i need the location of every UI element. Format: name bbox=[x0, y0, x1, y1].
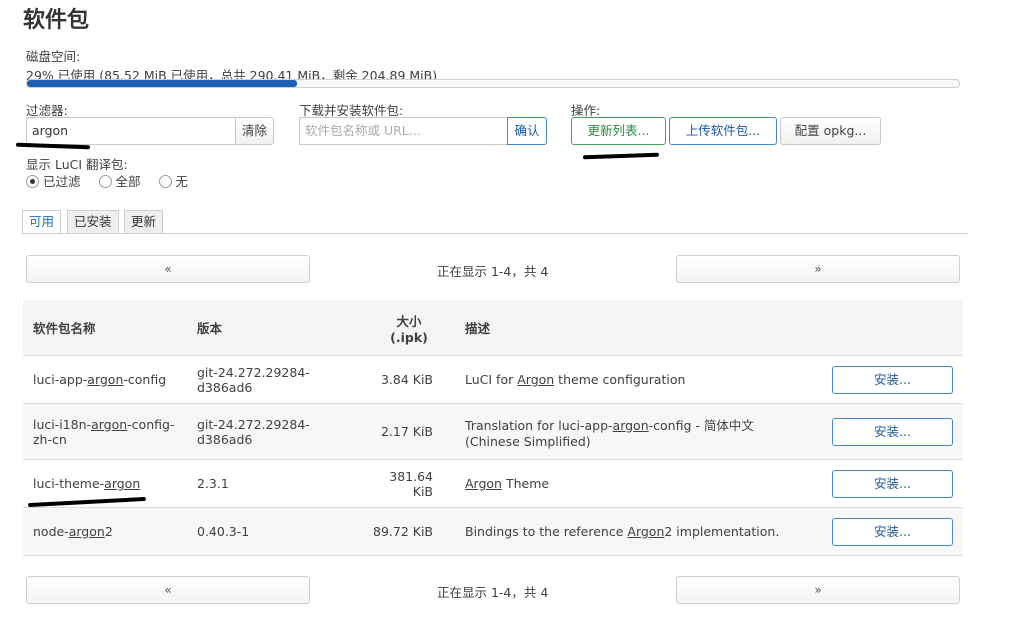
install-button[interactable]: 安装... bbox=[832, 417, 953, 446]
configure-opkg-button[interactable]: 配置 opkg... bbox=[780, 117, 881, 145]
package-size: 2.17 KiB bbox=[363, 403, 455, 460]
col-header-name: 软件包名称 bbox=[23, 300, 187, 356]
package-name: node-argon2 bbox=[23, 507, 187, 556]
pager-prev-top[interactable]: « bbox=[26, 255, 310, 283]
package-description: Argon Theme bbox=[455, 459, 822, 508]
package-size: 3.84 KiB bbox=[363, 355, 455, 404]
tab-available[interactable]: 可用 bbox=[22, 210, 62, 235]
confirm-install-button[interactable]: 确认 bbox=[507, 117, 547, 145]
filter-input[interactable]: argon bbox=[26, 117, 236, 145]
update-lists-button[interactable]: 更新列表... bbox=[571, 117, 666, 145]
pager-status-bottom: 正在显示 1-4，共 4 bbox=[437, 585, 549, 600]
install-button[interactable]: 安装... bbox=[832, 365, 953, 394]
package-size: 89.72 KiB bbox=[363, 507, 455, 556]
radio-filtered[interactable]: 已过滤 bbox=[26, 174, 81, 189]
col-header-size: 大小 (.ipk) bbox=[363, 300, 455, 356]
col-header-description: 描述 bbox=[455, 300, 822, 356]
package-table: 软件包名称 版本 大小 (.ipk) 描述 luci-app-argon-con… bbox=[23, 300, 963, 556]
pager-prev-bottom[interactable]: « bbox=[26, 576, 310, 604]
disk-usage-bar bbox=[26, 79, 960, 88]
package-version: 0.40.3-1 bbox=[187, 507, 363, 556]
table-row: node-argon2 0.40.3-1 89.72 KiB Bindings … bbox=[23, 507, 963, 556]
table-row: luci-theme-argon 2.3.1 381.64 KiB Argon … bbox=[23, 459, 963, 508]
radio-all[interactable]: 全部 bbox=[98, 174, 141, 189]
tab-divider bbox=[22, 233, 968, 234]
clear-filter-button[interactable]: 清除 bbox=[235, 117, 274, 145]
radio-all-indicator[interactable] bbox=[98, 175, 112, 188]
install-button[interactable]: 安装... bbox=[832, 469, 953, 498]
package-url-input[interactable]: 软件包名称或 URL... bbox=[299, 117, 508, 145]
page-title: 软件包 bbox=[23, 8, 90, 33]
pager-next-top[interactable]: » bbox=[676, 255, 960, 283]
table-header-row: 软件包名称 版本 大小 (.ipk) 描述 bbox=[23, 300, 963, 356]
col-header-version: 版本 bbox=[187, 300, 363, 356]
install-button[interactable]: 安装... bbox=[832, 517, 953, 546]
disk-usage-bar-fill bbox=[27, 80, 298, 87]
radio-none[interactable]: 无 bbox=[158, 174, 188, 189]
table-row: luci-app-argon-config git-24.272.29284-d… bbox=[23, 355, 963, 404]
package-description: LuCI for Argon theme configuration bbox=[455, 355, 822, 404]
package-name: luci-app-argon-config bbox=[23, 355, 187, 404]
table-row: luci-i18n-argon-config-zh-cn git-24.272.… bbox=[23, 403, 963, 460]
annotation-underline-update bbox=[582, 152, 660, 160]
package-version: git-24.272.29284-d386ad6 bbox=[187, 403, 363, 460]
upload-package-button[interactable]: 上传软件包... bbox=[669, 117, 777, 145]
package-name: luci-i18n-argon-config-zh-cn bbox=[23, 403, 187, 460]
col-header-actions bbox=[822, 300, 963, 356]
disk-space-label: 磁盘空间: bbox=[26, 49, 81, 64]
radio-none-indicator[interactable] bbox=[158, 175, 172, 188]
radio-filtered-indicator[interactable] bbox=[26, 175, 39, 188]
package-version: git-24.272.29284-d386ad6 bbox=[187, 355, 363, 404]
pager-status-top: 正在显示 1-4，共 4 bbox=[437, 264, 549, 279]
package-version: 2.3.1 bbox=[187, 459, 363, 508]
luci-translation-radio-group: 已过滤 全部 无 bbox=[26, 171, 188, 190]
tab-updates[interactable]: 更新 bbox=[124, 210, 164, 234]
tab-installed[interactable]: 已安装 bbox=[67, 210, 119, 234]
package-description: Translation for luci-app-argon-config - … bbox=[455, 403, 822, 460]
package-description: Bindings to the reference Argon2 impleme… bbox=[455, 507, 822, 556]
pager-next-bottom[interactable]: » bbox=[676, 576, 960, 604]
package-size: 381.64 KiB bbox=[363, 459, 455, 508]
